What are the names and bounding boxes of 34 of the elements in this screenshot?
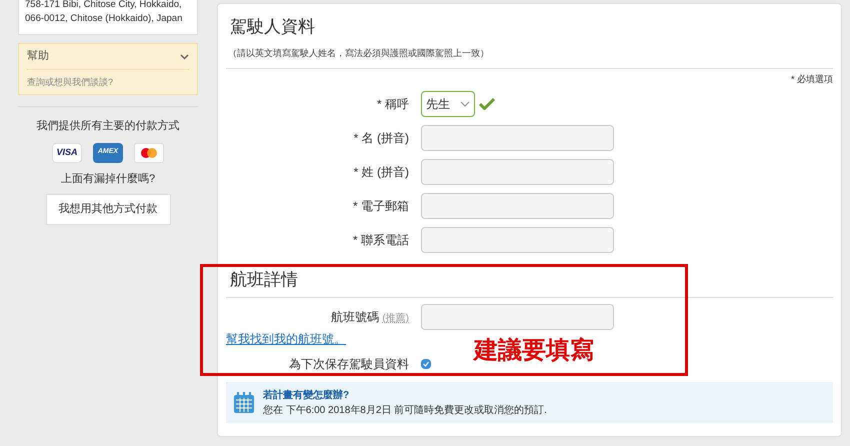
mastercard-icon	[134, 142, 164, 162]
calendar-icon	[233, 392, 255, 414]
other-payment-button[interactable]: 我想用其他方式付款	[46, 194, 170, 225]
section-title: 航班詳情	[229, 268, 299, 290]
required-note: * 必填選項	[790, 73, 833, 86]
hint-text: （請以英文填寫駕駛人姓名，寫法必須與護照或國際駕照上一致）	[227, 46, 490, 60]
section-title: 駕駛人資料	[229, 16, 316, 38]
field-label: 航班號碼 (推薦)	[330, 309, 410, 326]
address-line: 066-0012, Chitose (Hokkaido), Japan	[25, 12, 184, 26]
visa-card-icon: VISA	[52, 142, 82, 162]
input-field[interactable]	[421, 192, 614, 218]
address-line: 758-171 Bibi, Chitose City, Hokkaido,	[25, 0, 183, 12]
input-field[interactable]	[421, 226, 614, 252]
info-text: 您在 下午6:00 2018年8月2日 前可隨時免費更改或取消您的預訂.	[263, 404, 547, 418]
field-label: * 稱呼	[376, 96, 410, 112]
checkmark-icon	[479, 97, 495, 110]
info-title: 若計畫有變怎麼辦?	[263, 388, 350, 402]
input-field[interactable]	[421, 124, 614, 150]
help-title: 幫助	[27, 49, 49, 64]
input-field[interactable]	[421, 158, 614, 184]
payment-title: 我們提供所有主要的付款方式	[36, 118, 180, 134]
field-label: * 姓 (拼音)	[352, 164, 410, 180]
field-label: * 電子郵箱	[352, 198, 410, 214]
checkbox-label: 為下次保存駕駛員資料	[288, 356, 410, 373]
chevron-icon[interactable]	[180, 54, 189, 60]
field-label: * 聯系電話	[352, 232, 410, 248]
input-field[interactable]	[421, 304, 614, 330]
help-link[interactable]: 幫我找到我的航班號。	[226, 330, 346, 348]
field-label: * 名 (拼音)	[352, 130, 410, 146]
caret-icon	[460, 100, 470, 106]
annotation-text: 建議要填寫	[474, 336, 594, 366]
payment-question: 上面有漏掉什麼嗎?	[60, 172, 156, 186]
salutation-select[interactable]: 先生	[421, 90, 475, 116]
save-checkbox[interactable]	[421, 359, 431, 369]
